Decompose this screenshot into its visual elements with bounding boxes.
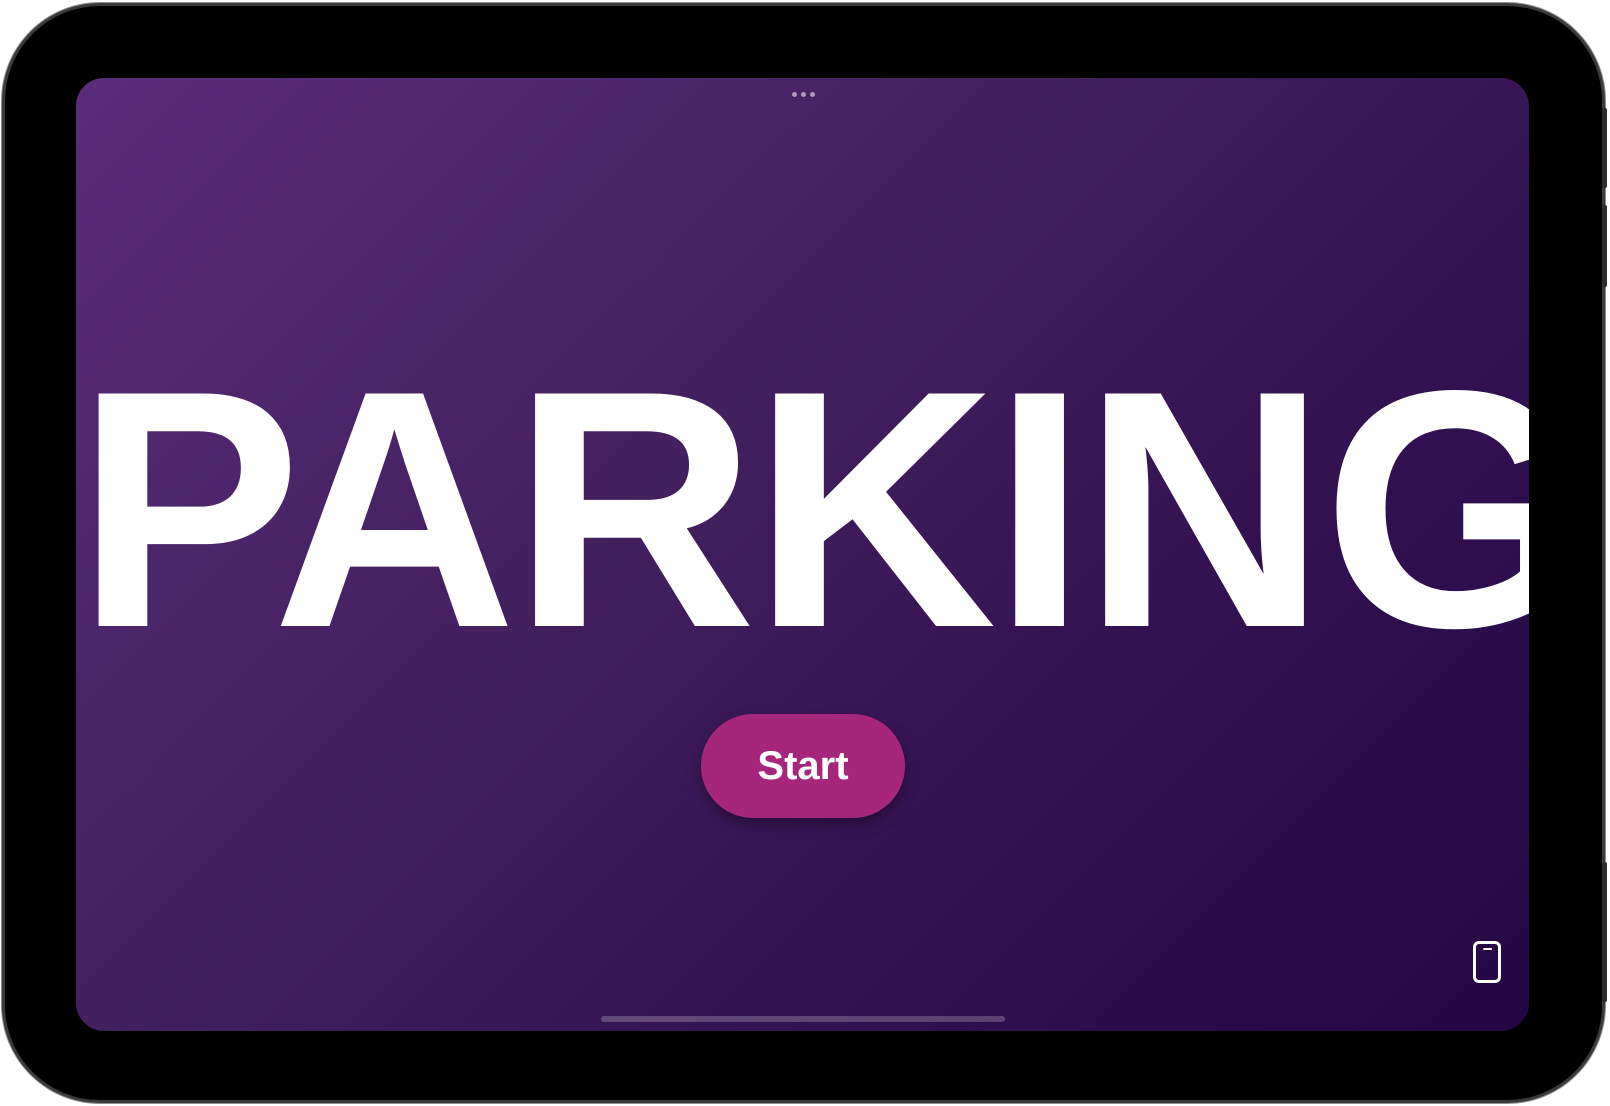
dot xyxy=(810,92,815,97)
dot xyxy=(801,92,806,97)
home-indicator[interactable] xyxy=(601,1016,1005,1022)
volume-up-button xyxy=(1602,108,1607,188)
start-button[interactable]: Start xyxy=(701,714,905,818)
app-screen: PARKING Start xyxy=(76,78,1529,1031)
volume-down-button xyxy=(1602,205,1607,287)
multitask-menu-ellipsis-icon[interactable] xyxy=(790,90,817,99)
app-title: PARKING xyxy=(76,320,1529,698)
ipad-icon[interactable] xyxy=(1473,941,1501,983)
side-hardware-button xyxy=(1602,862,1607,1002)
dot xyxy=(792,92,797,97)
